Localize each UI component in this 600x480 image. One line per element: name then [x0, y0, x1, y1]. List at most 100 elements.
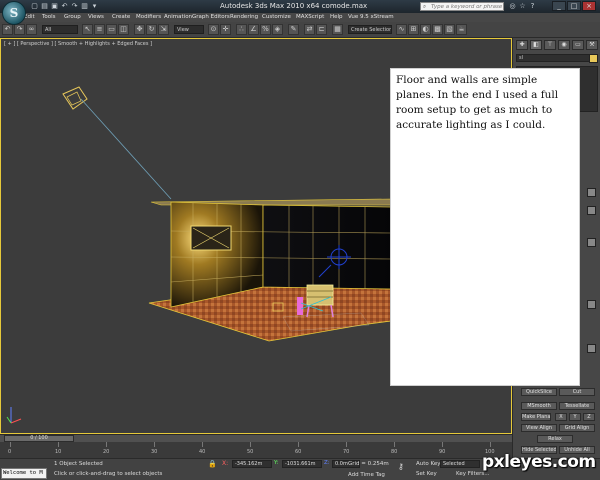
render-setup-icon[interactable]: ▩ [432, 24, 443, 35]
time-slider-thumb[interactable]: 0 / 100 [4, 435, 74, 442]
menu-tools[interactable]: Tools [42, 14, 56, 20]
project-folder-icon[interactable]: ▥ [80, 2, 89, 11]
spinner-snap-icon[interactable]: ◈ [272, 24, 283, 35]
maxscript-listener[interactable]: Welcome to M [1, 468, 47, 479]
angle-snap-icon[interactable]: ∠ [248, 24, 259, 35]
z-axis-label: Z: [324, 460, 330, 466]
menu-group[interactable]: Group [64, 14, 81, 20]
x-button[interactable]: X [555, 413, 567, 421]
menu-maxscript[interactable]: MAXScript [296, 14, 324, 20]
msmooth-button[interactable]: MSmooth [521, 402, 557, 410]
rollout-swatch-2[interactable] [587, 206, 596, 215]
tick-label: 40 [199, 449, 206, 455]
menu-help[interactable]: Help [330, 14, 343, 20]
rendered-frame-icon[interactable]: ▧ [444, 24, 455, 35]
select-and-scale-icon[interactable]: ⇲ [158, 24, 169, 35]
object-color-swatch[interactable] [589, 54, 598, 63]
key-icon[interactable]: ⚷ [398, 462, 404, 471]
hierarchy-tab[interactable]: ⊤ [544, 40, 556, 50]
rollout-swatch-1[interactable] [587, 188, 596, 197]
select-manipulate-icon[interactable]: ✛ [220, 24, 231, 35]
app-logo-icon[interactable]: S [2, 1, 26, 25]
menu-modifiers[interactable]: Modifiers [136, 14, 161, 20]
make-planar-button[interactable]: Make Planar [521, 413, 551, 421]
cut-button[interactable]: Cut [559, 388, 595, 396]
mirror-icon[interactable]: ⇄ [304, 24, 315, 35]
tick [106, 442, 107, 447]
select-object-icon[interactable]: ↖ [82, 24, 93, 35]
select-by-name-icon[interactable]: ≡ [94, 24, 105, 35]
utilities-tab[interactable]: ⚒ [586, 40, 598, 50]
select-and-rotate-icon[interactable]: ↻ [146, 24, 157, 35]
relax-button[interactable]: Relax [537, 435, 573, 443]
y-coordinate-field[interactable]: -1031.661m [282, 460, 322, 468]
rollout-swatch-4[interactable] [587, 300, 596, 309]
tick [202, 442, 203, 447]
modify-tab[interactable]: ◧ [530, 40, 542, 50]
quickslice-button[interactable]: QuickSlice [521, 388, 557, 396]
camera-object[interactable] [62, 86, 172, 200]
rollout-swatch-3[interactable] [587, 238, 596, 247]
star-icon[interactable]: ☆ [518, 2, 527, 11]
edit-named-selection-icon[interactable]: ✎ [288, 24, 299, 35]
undo-tool-icon[interactable]: ↶ [2, 24, 13, 35]
open-file-icon[interactable]: ▤ [40, 2, 49, 11]
minimize-button[interactable]: _ [552, 1, 566, 11]
rollout-swatch-5[interactable] [587, 344, 596, 353]
display-tab[interactable]: ▭ [572, 40, 584, 50]
layer-manager-icon[interactable]: ▦ [332, 24, 343, 35]
x-coordinate-field[interactable]: -345.162m [232, 460, 272, 468]
menu-vue-xstream[interactable]: Vue 9.5 xStream [348, 14, 394, 20]
link-icon[interactable]: ∞ [26, 24, 37, 35]
named-selection-set-dropdown[interactable]: Create Selection Set [348, 25, 392, 34]
maximize-button[interactable]: □ [567, 1, 581, 11]
material-editor-icon[interactable]: ◐ [420, 24, 431, 35]
selection-filter-dropdown[interactable]: All [42, 25, 78, 34]
window-title: Autodesk 3ds Max 2010 x64 comode.max [220, 2, 368, 10]
rectangular-selection-icon[interactable]: ▭ [106, 24, 117, 35]
undo-icon[interactable]: ↶ [60, 2, 69, 11]
z-button[interactable]: Z [583, 413, 595, 421]
new-file-icon[interactable]: ▢ [30, 2, 39, 11]
pivot-center-icon[interactable]: ⊙ [208, 24, 219, 35]
close-button[interactable]: × [582, 1, 596, 11]
search-input[interactable]: ⌕ Type a keyword or phrase [420, 2, 504, 11]
curve-editor-icon[interactable]: ∿ [396, 24, 407, 35]
redo-icon[interactable]: ↷ [70, 2, 79, 11]
motion-tab[interactable]: ◉ [558, 40, 570, 50]
snaps-toggle-icon[interactable]: ∴ [236, 24, 247, 35]
dropdown-chevron-icon[interactable]: ▾ [90, 2, 99, 11]
render-production-icon[interactable]: ☕ [456, 24, 467, 35]
object-name-field[interactable]: sl [516, 54, 598, 62]
menu-customize[interactable]: Customize [262, 14, 291, 20]
add-time-tag[interactable]: Add Time Tag [348, 472, 385, 478]
main-toolbar: ↶ ↷ ∞ All ↖ ≡ ▭ ◫ ✥ ↻ ⇲ View ⊙ ✛ ∴ ∠ % ◈… [0, 22, 600, 38]
select-and-move-icon[interactable]: ✥ [134, 24, 145, 35]
reference-coordinate-dropdown[interactable]: View [174, 25, 204, 34]
window-crossing-icon[interactable]: ◫ [118, 24, 129, 35]
align-icon[interactable]: ⊏ [316, 24, 327, 35]
menu-create[interactable]: Create [112, 14, 130, 20]
menu-views[interactable]: Views [88, 14, 104, 20]
view-align-button[interactable]: View Align [521, 424, 557, 432]
grid-align-button[interactable]: Grid Align [559, 424, 595, 432]
create-tab[interactable]: ✚ [516, 40, 528, 50]
set-key-button[interactable]: Set Key [416, 471, 437, 477]
menu-rendering[interactable]: Rendering [230, 14, 258, 20]
dark-wall-plane[interactable] [262, 204, 392, 290]
redo-tool-icon[interactable]: ↷ [14, 24, 25, 35]
binoculars-icon[interactable]: ◎ [508, 2, 517, 11]
auto-key-button[interactable]: Auto Key [416, 461, 441, 467]
save-file-icon[interactable]: ▣ [50, 2, 59, 11]
y-button[interactable]: Y [569, 413, 581, 421]
menu-graph-editors[interactable]: Graph Editors [192, 14, 230, 20]
lock-selection-icon[interactable]: 🔒 [208, 460, 217, 468]
help-icon[interactable]: ? [528, 2, 537, 11]
tessellate-button[interactable]: Tessellate [559, 402, 595, 410]
selected-dropdown[interactable]: Selected [440, 460, 480, 468]
menu-animation[interactable]: Animation [164, 14, 192, 20]
time-slider[interactable]: 0 / 100 [0, 434, 512, 442]
schematic-view-icon[interactable]: ⊞ [408, 24, 419, 35]
track-bar[interactable]: 0 10 20 30 40 50 60 70 80 90 100 [0, 442, 512, 458]
percent-snap-icon[interactable]: % [260, 24, 271, 35]
